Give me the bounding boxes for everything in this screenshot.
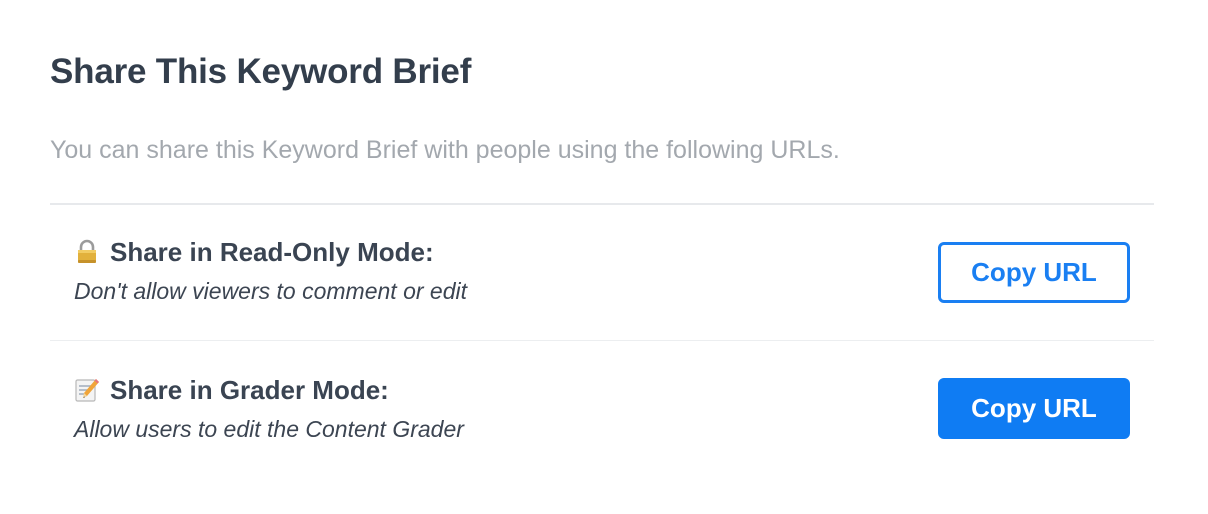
share-dialog: Share This Keyword Brief You can share t… [0,0,1208,514]
divider [50,340,1154,341]
option-label: Share in Read-Only Mode: [110,236,434,267]
copy-grader-url-button[interactable]: Copy URL [938,378,1130,439]
dialog-subtitle: You can share this Keyword Brief with pe… [50,136,840,164]
dialog-title: Share This Keyword Brief [50,52,472,91]
option-label: Share in Grader Mode: [110,374,389,405]
lock-icon [74,239,100,265]
memo-pencil-icon [74,377,100,403]
divider [50,203,1154,205]
copy-read-only-url-button[interactable]: Copy URL [938,242,1130,303]
